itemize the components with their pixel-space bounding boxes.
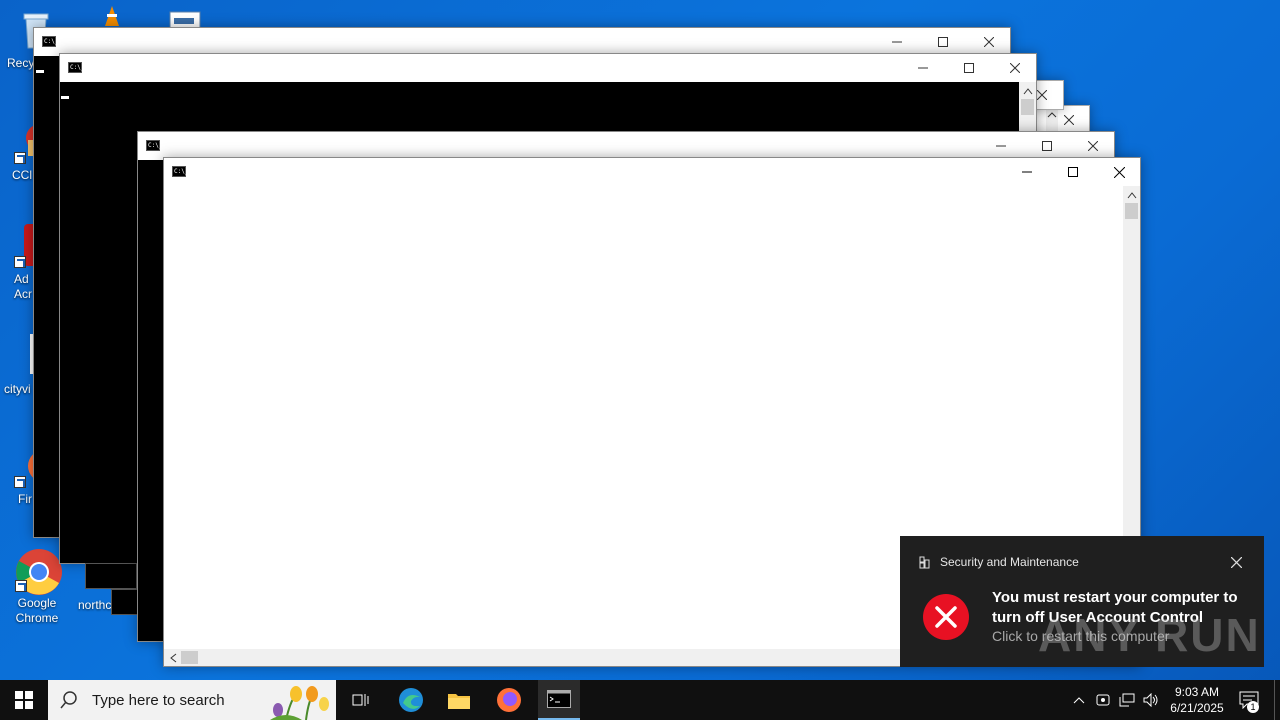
edge-icon	[399, 688, 423, 712]
title-bar[interactable]: C:\_	[60, 54, 1036, 82]
document-icon[interactable]	[166, 8, 204, 29]
text-cursor	[61, 96, 69, 99]
show-desktop-button[interactable]	[1274, 680, 1280, 720]
toast-close-button[interactable]	[1228, 554, 1244, 570]
desktop-icon-label[interactable]: northc	[78, 598, 111, 612]
close-button[interactable]	[1096, 158, 1142, 186]
task-view-button[interactable]	[340, 680, 380, 720]
text-cursor	[36, 70, 44, 73]
firefox-button[interactable]	[488, 680, 530, 720]
chevron-up-icon	[1073, 697, 1085, 704]
close-button[interactable]	[966, 28, 1012, 56]
search-placeholder: Type here to search	[92, 691, 225, 709]
scroll-up-button[interactable]	[1019, 82, 1036, 99]
meet-now-button[interactable]	[1092, 680, 1114, 720]
cmd-icon: C:\_	[42, 36, 59, 47]
title-bar[interactable]: C:\_	[34, 28, 1010, 56]
scroll-thumb[interactable]	[1125, 203, 1138, 219]
maximize-button[interactable]	[920, 28, 966, 56]
maximize-button[interactable]	[1024, 132, 1070, 160]
speaker-icon	[1143, 693, 1158, 707]
network-button[interactable]	[1116, 680, 1138, 720]
scroll-up-button[interactable]	[1123, 186, 1140, 203]
console-fragment	[111, 589, 138, 615]
clock-time: 9:03 AM	[1174, 685, 1220, 699]
volume-button[interactable]	[1140, 680, 1162, 720]
maximize-button[interactable]	[1050, 158, 1096, 186]
clock-date: 6/21/2025	[1170, 701, 1224, 715]
tulip-illustration-icon	[270, 686, 329, 720]
notification-count-badge: 1	[1247, 701, 1259, 713]
clock[interactable]: 9:03 AM 6/21/2025	[1166, 680, 1228, 720]
start-button[interactable]	[0, 680, 48, 720]
show-hidden-icons-button[interactable]	[1068, 680, 1090, 720]
minimize-button[interactable]	[900, 54, 946, 82]
scroll-left-button[interactable]	[164, 649, 181, 666]
action-center-button[interactable]: 1	[1234, 680, 1264, 720]
scroll-thumb[interactable]	[1021, 99, 1034, 115]
anyrun-watermark: ANY RUN	[1038, 608, 1261, 662]
close-button[interactable]	[1070, 132, 1116, 160]
console-fragment	[85, 563, 137, 589]
title-bar[interactable]: C:\_	[138, 132, 1114, 160]
scroll-up-button[interactable]	[1046, 108, 1058, 132]
taskbar: Type here to search 9:03 AM 6/21/2025 1	[0, 680, 1280, 720]
search-box[interactable]: Type here to search	[48, 680, 336, 720]
cmd-icon: C:\_	[146, 140, 163, 151]
chrome-icon	[15, 548, 62, 595]
close-button[interactable]	[992, 54, 1038, 82]
windows-logo-icon	[15, 691, 33, 709]
scroll-thumb[interactable]	[181, 651, 198, 664]
vlc-icon[interactable]	[104, 6, 120, 26]
task-view-icon	[352, 694, 369, 706]
security-maintenance-icon	[918, 556, 931, 569]
meet-icon	[1096, 694, 1110, 706]
error-icon	[922, 593, 970, 641]
minimize-button[interactable]	[978, 132, 1024, 160]
firefox-icon	[497, 688, 521, 712]
minimize-button[interactable]	[1004, 158, 1050, 186]
file-explorer-button[interactable]	[438, 680, 480, 720]
title-bar[interactable]: C:\_	[164, 158, 1140, 186]
watermark-text: ANY RUN	[1038, 609, 1261, 661]
maximize-button[interactable]	[946, 54, 992, 82]
cmd-icon: C:\_	[68, 62, 85, 73]
desktop-icon-label: Google Chrome	[15, 596, 59, 625]
cmd-icon	[547, 690, 571, 708]
cmd-icon: C:\_	[172, 166, 189, 177]
minimize-button[interactable]	[874, 28, 920, 56]
folder-icon	[448, 694, 470, 709]
toast-app-name: Security and Maintenance	[940, 555, 1079, 569]
edge-button[interactable]	[390, 680, 432, 720]
search-icon	[60, 691, 77, 709]
network-icon	[1119, 693, 1135, 707]
cmd-taskbar-button[interactable]	[538, 680, 580, 720]
